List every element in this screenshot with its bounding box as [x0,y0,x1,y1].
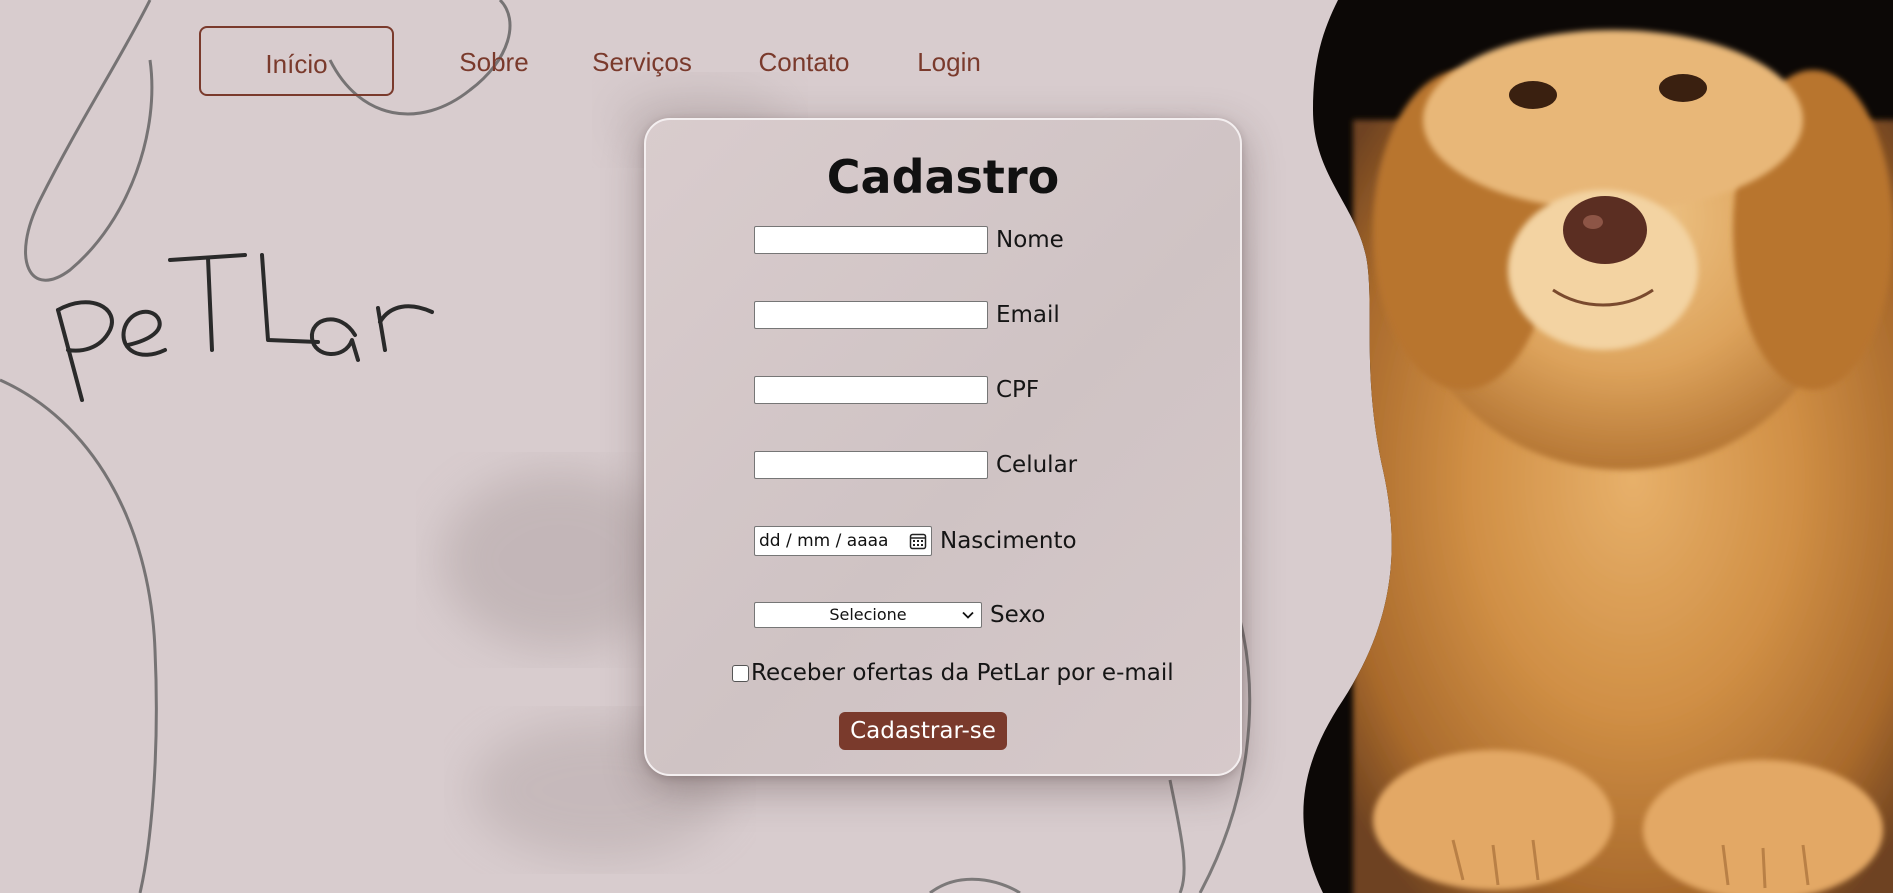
cpf-label: CPF [996,377,1040,403]
nav-item-contato[interactable]: Contato [752,26,856,96]
nome-label: Nome [996,227,1064,253]
nav-item-login[interactable]: Login [912,26,986,96]
newsletter-row: Receber ofertas da PetLar por e-mail [732,660,1174,686]
petlar-logo [56,253,434,402]
email-row: Email [754,301,1060,329]
cadastrar-button[interactable]: Cadastrar-se [839,712,1007,750]
nascimento-label: Nascimento [940,528,1077,554]
cpf-row: CPF [754,376,1039,404]
email-label: Email [996,302,1060,328]
register-card: Cadastro Nome Email CPF Celular dd / mm … [644,118,1242,776]
celular-row: Celular [754,451,1077,479]
nome-input[interactable] [754,226,988,254]
nav-item-sobre[interactable]: Sobre [450,26,538,96]
nascimento-row: dd / mm / aaaa Nascimento [754,526,1077,556]
email-input[interactable] [754,301,988,329]
chevron-down-icon [962,611,974,619]
sexo-label: Sexo [990,602,1046,628]
sexo-row: Selecione Sexo [754,602,1045,628]
cpf-input[interactable] [754,376,988,404]
sexo-selected-value: Selecione [829,605,907,624]
celular-input[interactable] [754,451,988,479]
newsletter-label: Receber ofertas da PetLar por e-mail [751,660,1174,686]
nav-item-inicio[interactable]: Início [199,26,394,96]
top-nav: Início Sobre Serviços Contato Login [0,0,1300,110]
celular-label: Celular [996,452,1078,478]
form-title: Cadastro [826,150,1060,204]
nav-item-servicos[interactable]: Serviços [588,26,696,96]
nascimento-date-input[interactable]: dd / mm / aaaa [754,526,932,556]
nome-row: Nome [754,226,1064,254]
golden-retriever-photo [1303,0,1893,893]
newsletter-checkbox[interactable] [732,664,749,682]
sexo-select[interactable]: Selecione [754,602,982,628]
date-placeholder: dd / mm / aaaa [759,531,889,551]
calendar-icon[interactable] [909,532,927,550]
